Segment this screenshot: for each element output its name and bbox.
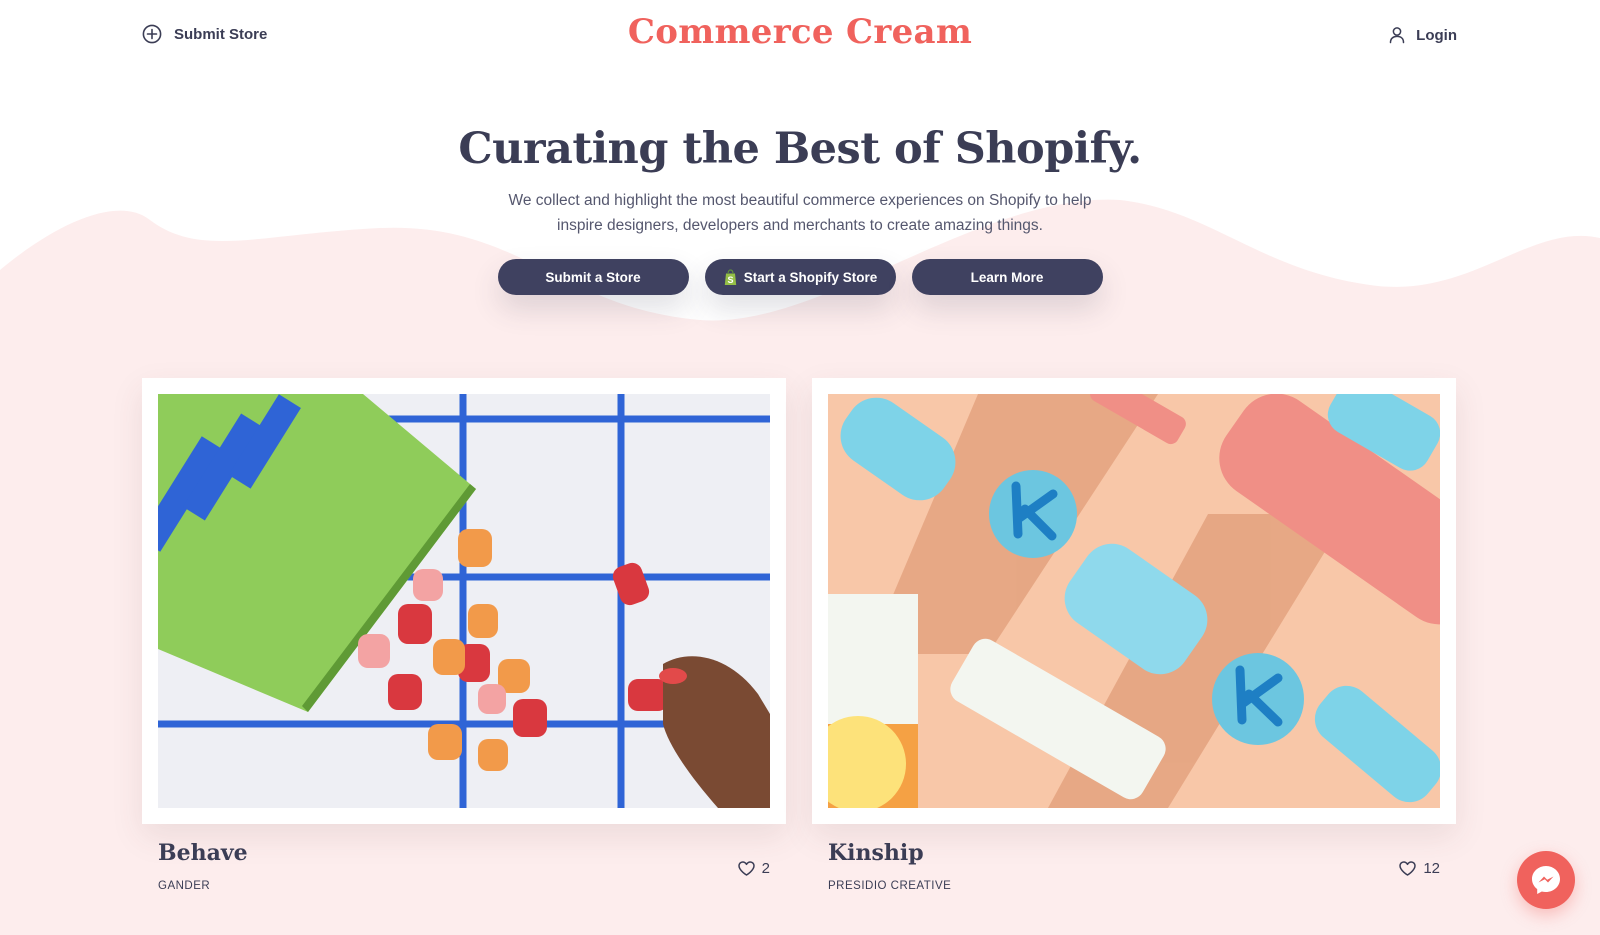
messenger-icon	[1532, 866, 1560, 894]
like-count: 2	[761, 860, 770, 877]
store-card-behave[interactable]: Behave GANDER 2	[142, 378, 786, 892]
store-name[interactable]: Kinship	[828, 840, 924, 866]
messenger-chat-button[interactable]	[1517, 851, 1575, 909]
shopify-bag-icon: S	[723, 268, 738, 286]
store-card-frame	[142, 378, 786, 824]
store-screenshot-image[interactable]	[158, 394, 770, 808]
page-subtitle: We collect and highlight the most beauti…	[508, 192, 1092, 234]
store-agency[interactable]: GANDER	[158, 880, 210, 892]
heart-icon	[737, 861, 755, 876]
svg-text:S: S	[727, 275, 733, 285]
store-card-meta: Kinship PRESIDIO CREATIVE 12	[812, 824, 1456, 892]
submit-a-store-label: Submit a Store	[545, 269, 641, 285]
learn-more-button[interactable]: Learn More	[911, 259, 1103, 295]
learn-more-label: Learn More	[970, 269, 1044, 285]
heart-icon	[1399, 861, 1417, 876]
start-shopify-store-label: Start a Shopify Store	[743, 269, 878, 285]
store-card-meta: Behave GANDER 2	[142, 824, 786, 892]
login-link[interactable]: Login	[1388, 26, 1457, 44]
user-icon	[1389, 27, 1405, 44]
submit-a-store-button[interactable]: Submit a Store	[497, 259, 689, 295]
site-logo[interactable]: Commerce Cream	[0, 12, 1600, 52]
page-title: Curating the Best of Shopify.	[458, 124, 1142, 174]
store-screenshot-image[interactable]	[828, 394, 1440, 808]
like-count: 12	[1423, 860, 1440, 877]
like-button[interactable]: 2	[737, 860, 770, 877]
store-card-frame	[812, 378, 1456, 824]
store-agency[interactable]: PRESIDIO CREATIVE	[828, 880, 951, 892]
cta-buttons: Submit a Store S Start a Shopify Store L…	[0, 259, 1600, 295]
like-button[interactable]: 12	[1399, 860, 1440, 877]
login-label: Login	[1416, 26, 1457, 44]
start-shopify-store-button[interactable]: S Start a Shopify Store	[704, 259, 896, 295]
store-name[interactable]: Behave	[158, 840, 248, 866]
store-card-kinship[interactable]: Kinship PRESIDIO CREATIVE 12	[812, 378, 1456, 892]
